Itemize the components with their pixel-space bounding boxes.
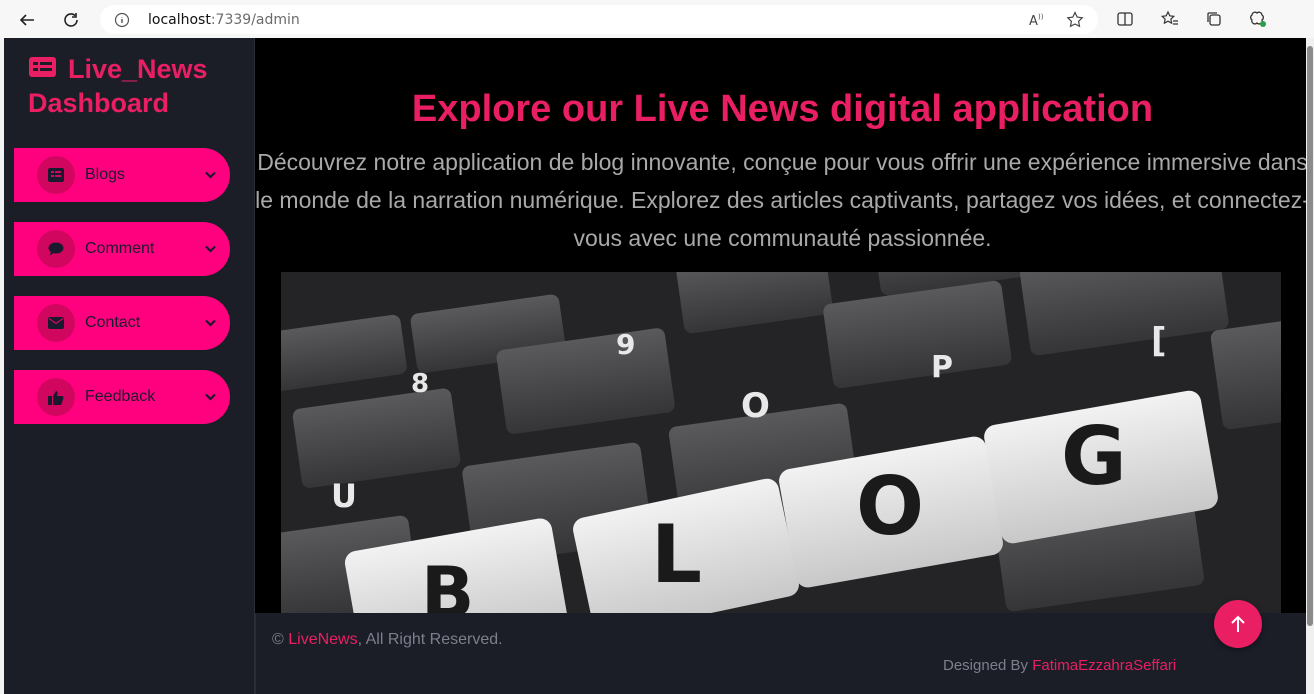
back-to-top-button[interactable]: [1214, 600, 1262, 648]
arrow-left-icon: [19, 14, 34, 26]
back-button[interactable]: [12, 5, 42, 35]
copyright-symbol: ©: [272, 631, 284, 648]
blog-keyboard-image: 8 9 P O U [ B L O G: [281, 272, 1281, 613]
designed-by-text: Designed By FatimaEzzahraSeffari: [943, 657, 1176, 674]
envelope-icon: [37, 304, 75, 342]
copyright-rest: , All Right Reserved.: [357, 631, 503, 648]
newspaper-icon: [28, 52, 58, 86]
sidebar-item-label: Blogs: [85, 166, 126, 183]
brand-line2: Dashboard: [28, 88, 170, 118]
svg-text:P: P: [931, 350, 953, 385]
svg-text:O: O: [856, 460, 924, 553]
address-bar[interactable]: localhost:7339/admin A)): [100, 5, 1098, 34]
svg-text:8: 8: [411, 369, 429, 399]
url-host: localhost: [148, 11, 211, 28]
svg-text:O: O: [741, 386, 770, 426]
sidebar-item-label: Contact: [85, 314, 141, 331]
extensions-icon[interactable]: [1245, 6, 1271, 32]
page-title: Explore our Live News digital applicatio…: [411, 88, 1154, 130]
svg-text:9: 9: [616, 328, 635, 361]
svg-text:U: U: [331, 477, 357, 515]
sidebar-item-label: Comment: [85, 240, 155, 257]
sidebar-item-blogs[interactable]: Blogs: [14, 148, 230, 202]
svg-text:)): )): [1038, 13, 1044, 21]
chevron-down-icon: [204, 243, 216, 255]
main-content: Explore our Live News digital applicatio…: [255, 38, 1310, 694]
favorite-star-icon[interactable]: [1066, 11, 1084, 34]
sidebar-item-contact[interactable]: Contact: [14, 296, 230, 350]
favorites-icon[interactable]: [1157, 6, 1183, 32]
info-icon[interactable]: [114, 12, 130, 28]
refresh-button[interactable]: [56, 5, 86, 35]
copyright-text: © LiveNews, All Right Reserved.: [272, 631, 503, 649]
brand-title[interactable]: Live_News Dashboard: [28, 52, 208, 120]
read-aloud-icon[interactable]: A)): [1028, 11, 1046, 34]
sidebar-item-comment[interactable]: Comment: [14, 222, 230, 276]
thumbs-up-icon: [37, 378, 75, 416]
app-window: Live_News Dashboard Blogs Comment Contac…: [4, 38, 1310, 694]
scrollbar-thumb[interactable]: [1307, 46, 1313, 626]
sidebar-item-feedback[interactable]: Feedback: [14, 370, 230, 424]
browser-toolbar: localhost:7339/admin A)): [0, 0, 1314, 38]
brand-line1: Live_News: [68, 54, 208, 84]
svg-text:B: B: [421, 552, 474, 613]
designed-prefix: Designed By: [943, 657, 1029, 674]
designer-link[interactable]: FatimaEzzahraSeffari: [1032, 657, 1176, 674]
svg-text:L: L: [651, 508, 702, 601]
url-path: :7339/admin: [210, 11, 300, 28]
chevron-down-icon: [204, 169, 216, 181]
chevron-down-icon: [204, 317, 216, 329]
svg-text:A: A: [1029, 14, 1038, 29]
list-icon: [37, 156, 75, 194]
sidebar-item-label: Feedback: [85, 388, 156, 405]
comment-icon: [37, 230, 75, 268]
split-screen-icon[interactable]: [1112, 6, 1138, 32]
livenews-link[interactable]: LiveNews: [288, 631, 357, 648]
hero-description: Découvrez notre application de blog inno…: [255, 149, 1310, 251]
svg-text:G: G: [1061, 410, 1127, 503]
footer: © LiveNews, All Right Reserved. Designed…: [255, 600, 1310, 694]
refresh-icon: [64, 13, 78, 27]
collections-icon[interactable]: [1201, 6, 1227, 32]
chevron-down-icon: [204, 391, 216, 403]
svg-text:[: [: [1151, 321, 1167, 361]
sidebar: Live_News Dashboard Blogs Comment Contac…: [4, 38, 255, 694]
arrow-up-icon: [1231, 615, 1245, 632]
page-scrollbar[interactable]: [1306, 38, 1314, 694]
